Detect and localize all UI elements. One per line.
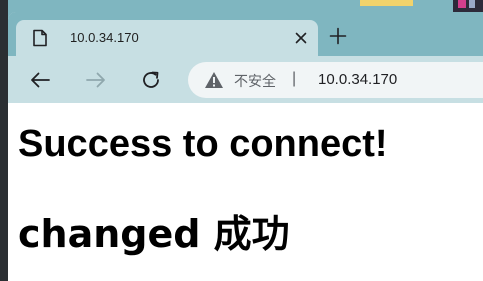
plus-icon[interactable] [326,24,350,48]
warning-icon[interactable] [204,71,224,89]
security-status-label[interactable]: 不安全 [234,71,276,91]
page-heading: Success to connect! [18,123,388,165]
address-bar[interactable]: 不安全 | 10.0.34.170 [188,62,483,98]
tab-title: 10.0.34.170 [70,30,139,45]
desktop-fragment-accent [458,0,466,8]
document-icon [32,29,48,47]
adjacent-window-edge [0,0,8,281]
omnibox-separator: | [292,70,297,87]
desktop-fragment [360,0,413,6]
page-content: Success to connect! changed 成功 [8,103,483,281]
forward-arrow-icon[interactable] [84,68,108,92]
tab-active[interactable]: 10.0.34.170 [16,20,318,56]
url-text[interactable]: 10.0.34.170 [318,71,397,88]
close-icon[interactable] [292,29,310,47]
page-subheading: changed 成功 [18,212,290,256]
reload-icon[interactable] [139,68,163,92]
screen: 10.0.34.170 不安全 | 10.0.34.170 Success to… [0,0,483,281]
desktop-fragment-accent-2 [469,0,475,8]
browser-window: 10.0.34.170 不安全 | 10.0.34.170 Success to… [8,12,483,281]
tab-strip: 10.0.34.170 [8,12,483,56]
toolbar: 不安全 | 10.0.34.170 [8,56,483,103]
back-arrow-icon[interactable] [28,68,52,92]
